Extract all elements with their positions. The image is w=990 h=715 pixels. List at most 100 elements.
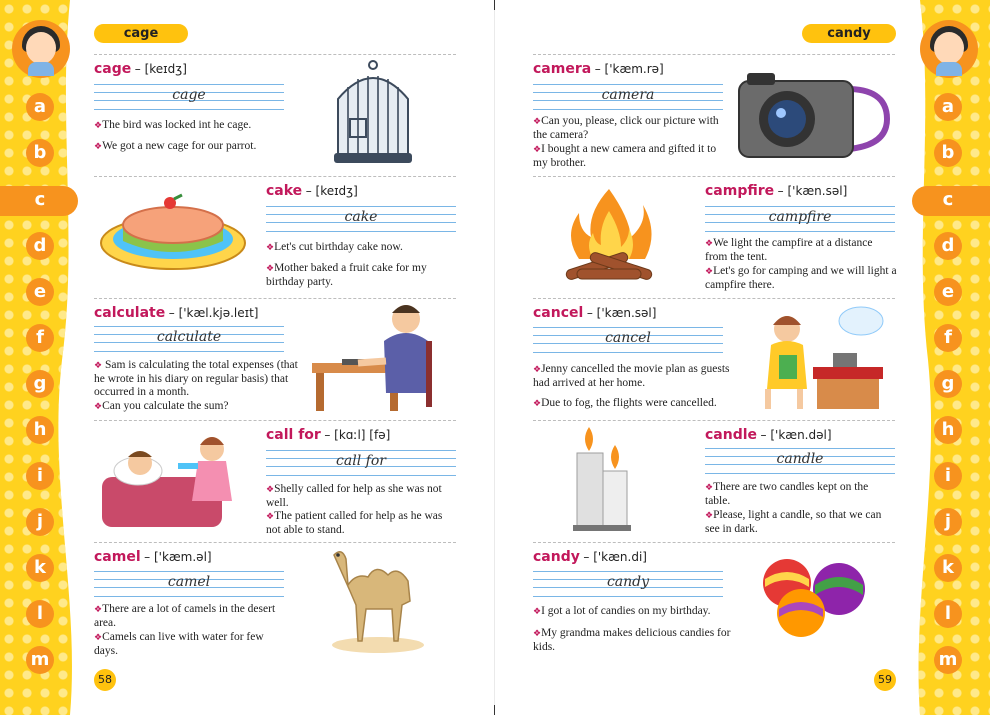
entry-heading: campfire – ['kæn.səl] <box>705 183 848 199</box>
handwriting-lines: camel <box>94 571 284 597</box>
dictionary-entry: calculate – ['kæl.kjə.leɪt] calculate ❖ … <box>94 298 456 420</box>
pronunciation: ['kæn.dəl] <box>770 428 832 442</box>
pronunciation: [keɪdʒ] <box>144 62 187 76</box>
index-letter-h[interactable]: h <box>26 416 54 444</box>
man-calculating-picture <box>312 305 432 411</box>
index-letter-m[interactable]: m <box>26 646 54 674</box>
headword: campfire <box>705 183 775 199</box>
candles-picture <box>573 427 631 531</box>
cursive-word: camel <box>167 574 211 590</box>
index-letter-h[interactable]: h <box>934 416 962 444</box>
index-letter-c[interactable]: c <box>26 186 54 214</box>
crop-mark <box>494 0 495 10</box>
handwriting-lines: call for <box>266 450 456 476</box>
example-sentence: ❖Shelly called for help as she was not w… <box>266 483 442 509</box>
dictionary-entry: camel – ['kæm.əl] camel ❖There are a lot… <box>94 542 456 664</box>
dictionary-entry: candle – ['kæn.dəl] candle ❖There are tw… <box>533 420 895 542</box>
index-letter-b[interactable]: b <box>26 139 54 167</box>
example-sentence: ❖Camels can live with water for few days… <box>94 631 264 657</box>
example-sentence: ❖There are two candles kept on the table… <box>705 481 869 507</box>
pronunciation: [kɑːl] [fə] <box>334 428 391 442</box>
index-letter-c[interactable]: c <box>934 186 962 214</box>
girl-avatar-icon <box>12 20 70 78</box>
right-page: candy camera – ['kæm.rə] camera ❖Can you… <box>530 0 912 715</box>
left-alphabet-rail: a b c d e f g h i j k l m <box>0 0 78 715</box>
dictionary-entry: cancel – ['kæn.səl] cancel ❖Jenny cancel… <box>533 298 895 420</box>
pronunciation: ['kæn.səl] <box>596 306 657 320</box>
cursive-word: calculate <box>156 329 222 345</box>
handwriting-lines: cancel <box>533 327 723 353</box>
entry-heading: camel – ['kæm.əl] <box>94 549 212 565</box>
girl-avatar-icon <box>920 20 978 78</box>
example-sentence: ❖Due to fog, the flights were cancelled. <box>533 397 717 409</box>
pronunciation: ['kæm.əl] <box>153 550 212 564</box>
example-sentence: ❖The patient called for help as he was n… <box>266 510 443 536</box>
entry-heading: call for – [kɑːl] [fə] <box>266 427 391 443</box>
headword: camel <box>94 549 141 565</box>
index-letter-e[interactable]: e <box>934 278 962 306</box>
dictionary-entry: call for – [kɑːl] [fə] call for ❖Shelly … <box>94 420 456 542</box>
cursive-word: camera <box>601 87 655 103</box>
guide-word-tab: cage <box>94 24 188 43</box>
example-sentence: ❖Mother baked a fruit cake for my birthd… <box>266 262 427 288</box>
example-sentence: ❖There are a lot of camels in the desert… <box>94 603 276 629</box>
example-sentence: ❖Please, light a candle, so that we can … <box>705 509 882 535</box>
index-letter-f[interactable]: f <box>934 324 962 352</box>
right-alphabet-rail: a b c d e f g h i j k l m <box>912 0 990 715</box>
handwriting-lines: cake <box>266 206 456 232</box>
headword: candy <box>533 549 580 565</box>
index-letter-l[interactable]: l <box>934 600 962 628</box>
example-sentence: ❖ Sam is calculating the total expenses … <box>94 359 298 398</box>
index-letter-a[interactable]: a <box>26 93 54 121</box>
index-letter-e[interactable]: e <box>26 278 54 306</box>
index-letter-d[interactable]: d <box>934 232 962 260</box>
dictionary-entry: candy – ['kæn.di] candy ❖I got a lot of … <box>533 542 895 664</box>
birdcage-picture <box>334 60 412 163</box>
example-sentence: ❖The bird was locked int he cage. <box>94 119 252 131</box>
dictionary-entry: cage – [keɪdʒ] cage ❖The bird was locked… <box>94 54 456 176</box>
page-number: 59 <box>874 669 896 691</box>
index-letter-f[interactable]: f <box>26 324 54 352</box>
book-spine <box>494 0 495 715</box>
index-letter-b[interactable]: b <box>934 139 962 167</box>
index-letter-g[interactable]: g <box>934 370 962 398</box>
dictionary-entry: campfire – ['kæn.səl] campfire ❖We light… <box>533 176 897 298</box>
cake-picture <box>100 193 246 270</box>
entry-heading: cancel – ['kæn.səl] <box>533 305 657 321</box>
headword: cake <box>266 183 303 199</box>
index-letter-i[interactable]: i <box>26 462 54 490</box>
cursive-word: cake <box>344 209 378 225</box>
index-letter-k[interactable]: k <box>934 554 962 582</box>
cursive-word: candle <box>776 451 824 467</box>
handwriting-lines: candle <box>705 448 895 474</box>
example-sentence: ❖I got a lot of candies on my birthday. <box>533 605 711 617</box>
pronunciation: ['kæn.di] <box>593 550 647 564</box>
left-page: cage cage – [keɪdʒ] cage ❖The bird was l… <box>78 0 458 715</box>
index-letter-g[interactable]: g <box>26 370 54 398</box>
example-sentence: ❖Can you calculate the sum? <box>94 400 229 412</box>
pronunciation: ['kæl.kjə.leɪt] <box>178 306 259 320</box>
index-letter-d[interactable]: d <box>26 232 54 260</box>
index-letter-a[interactable]: a <box>934 93 962 121</box>
index-letter-m[interactable]: m <box>934 646 962 674</box>
headword: cancel <box>533 305 584 321</box>
entry-heading: calculate – ['kæl.kjə.leɪt] <box>94 305 259 321</box>
index-letter-k[interactable]: k <box>26 554 54 582</box>
example-sentence: ❖Let's go for camping and we will light … <box>705 265 897 291</box>
headword: camera <box>533 61 592 77</box>
example-sentence: ❖Can you, please, click our picture with… <box>533 115 719 141</box>
index-letter-j[interactable]: j <box>934 508 962 536</box>
index-letter-i[interactable]: i <box>934 462 962 490</box>
handwriting-lines: cage <box>94 84 284 110</box>
candies-picture <box>763 559 865 637</box>
index-letter-l[interactable]: l <box>26 600 54 628</box>
index-letter-j[interactable]: j <box>26 508 54 536</box>
pronunciation: ['kæm.rə] <box>604 62 664 76</box>
headword: call for <box>266 427 321 443</box>
handwriting-lines: campfire <box>705 206 895 232</box>
sick-girl-picture <box>102 437 232 527</box>
guide-word-tab: candy <box>802 24 896 43</box>
example-sentence: ❖We light the campfire at a distance fro… <box>705 237 873 263</box>
cursive-word: campfire <box>768 209 832 225</box>
pronunciation: [keɪdʒ] <box>315 184 358 198</box>
